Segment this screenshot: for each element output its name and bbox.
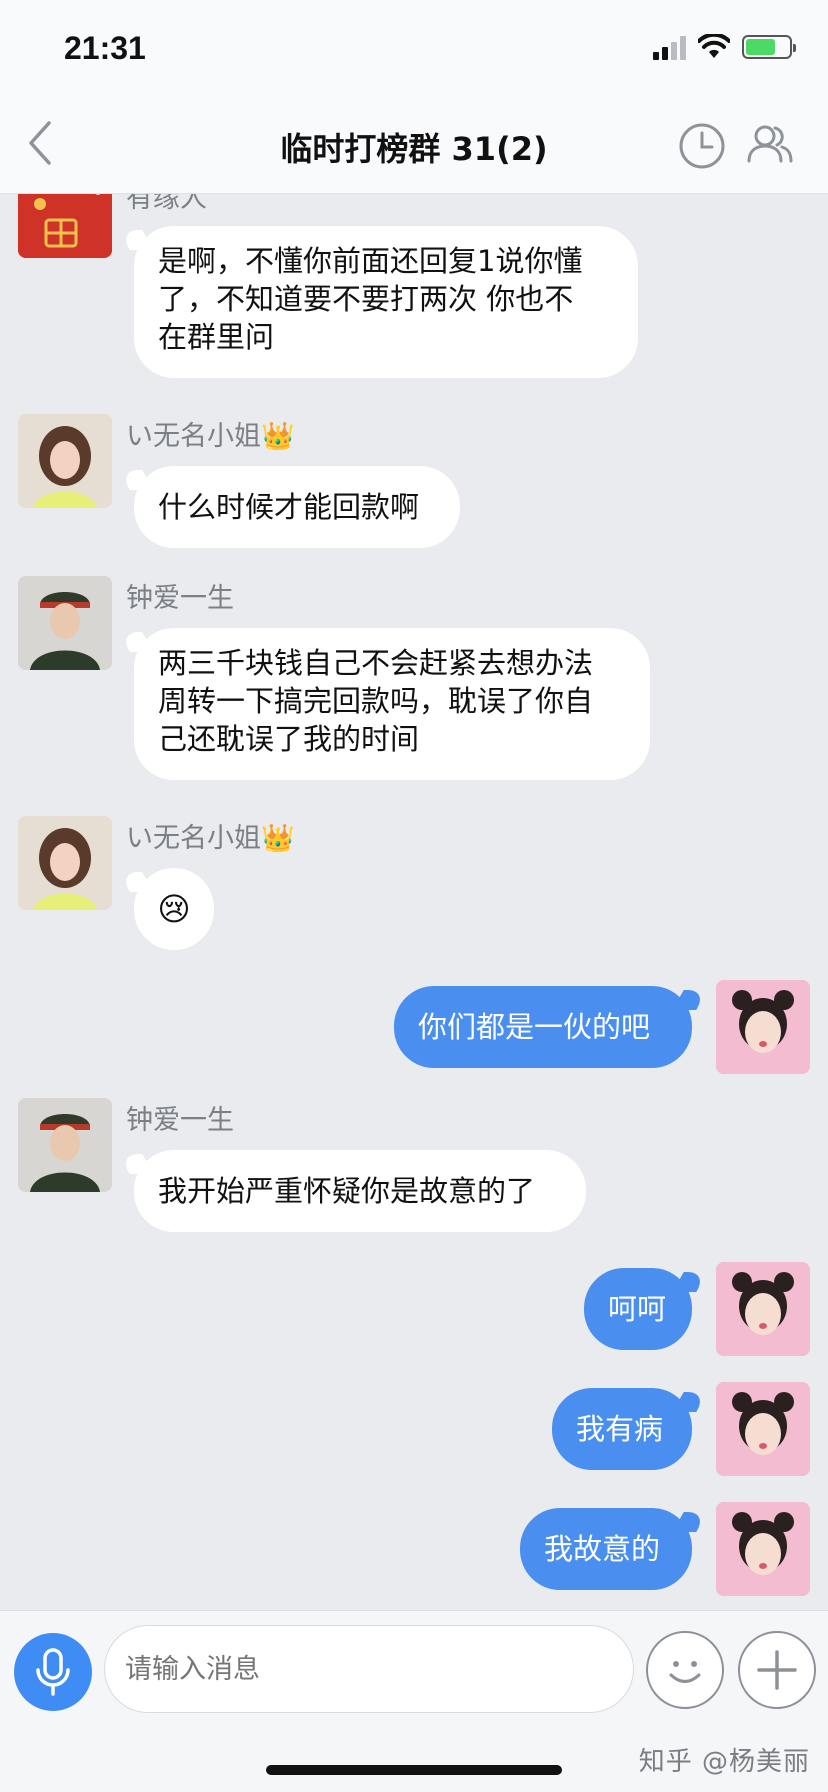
history-clock-icon[interactable]: [678, 122, 726, 174]
message-bubble-self[interactable]: 你们都是一伙的吧: [394, 986, 692, 1068]
crying-emoji: 😢: [157, 890, 191, 928]
signal-icon: [653, 34, 686, 60]
home-indicator: [266, 1765, 562, 1775]
avatar-officer[interactable]: [18, 1098, 112, 1192]
status-icons: [653, 34, 796, 60]
message-line: 己还耽误了我的时间: [158, 722, 420, 756]
message-line: 是啊，不懂你前面还回复1说你懂: [158, 244, 583, 278]
avatar-girl[interactable]: [18, 816, 112, 910]
message-line: 了，不知道要不要打两次 你也不: [158, 282, 574, 316]
status-time: 21:31: [64, 30, 146, 66]
message-bubble[interactable]: 什么时候才能回款啊: [134, 466, 460, 548]
message-bubble-self[interactable]: 我故意的: [520, 1508, 692, 1590]
message-text: 我有病: [576, 1412, 664, 1446]
message-text: 你们都是一伙的吧: [418, 1010, 651, 1044]
message-bubble[interactable]: 我开始严重怀疑你是故意的了: [134, 1150, 586, 1232]
message-line: 两三千块钱自己不会赶紧去想办法: [158, 646, 594, 680]
input-bar: 知乎 @杨美丽: [0, 1610, 828, 1792]
message-text: 我故意的: [544, 1532, 661, 1566]
message-text: 呵呵: [608, 1292, 667, 1326]
avatar-self[interactable]: [716, 1502, 810, 1596]
mic-icon[interactable]: [14, 1633, 92, 1711]
avatar-self[interactable]: [716, 1382, 810, 1476]
sender-name: 钟爱一生: [126, 583, 234, 614]
avatar-self[interactable]: [716, 980, 810, 1074]
emoji-icon[interactable]: [646, 1631, 724, 1709]
battery-icon: [742, 35, 796, 59]
message-bubble[interactable]: 两三千块钱自己不会赶紧去想办法 周转一下搞完回款吗，耽误了你自 己还耽误了我的时…: [134, 628, 650, 780]
message-bubble-self[interactable]: 呵呵: [584, 1268, 692, 1350]
sender-name: 有缘人: [126, 194, 207, 214]
crown-icon: 👑: [261, 421, 295, 452]
avatar-officer[interactable]: [18, 576, 112, 670]
watermark: 知乎 @杨美丽: [638, 1747, 810, 1777]
message-input[interactable]: [104, 1625, 634, 1713]
sender-name: い无名小姐👑: [126, 816, 295, 855]
message-bubble[interactable]: 😢: [134, 868, 214, 950]
sender-name-text: い无名小姐: [126, 421, 261, 452]
plus-icon[interactable]: [738, 1631, 816, 1709]
sender-name: い无名小姐👑: [126, 414, 295, 453]
group-members-icon[interactable]: [746, 124, 794, 168]
message-bubble-self[interactable]: 我有病: [552, 1388, 692, 1470]
avatar-girl[interactable]: [18, 414, 112, 508]
wifi-icon: [698, 34, 730, 58]
sender-name: 钟爱一生: [126, 1105, 234, 1136]
sender-name-text: い无名小姐: [126, 823, 261, 854]
top-bar: 21:31 临时打榜群 31(2): [0, 0, 828, 194]
crown-icon: 👑: [261, 823, 295, 854]
message-text: 我开始严重怀疑你是故意的了: [158, 1174, 536, 1208]
avatar-red-envelope[interactable]: [18, 194, 112, 258]
message-line: 周转一下搞完回款吗，耽误了你自: [158, 684, 594, 718]
chat-area[interactable]: 有缘人 是啊，不懂你前面还回复1说你懂 了，不知道要不要打两次 你也不 在群里问…: [0, 194, 828, 1610]
message-bubble[interactable]: 是啊，不懂你前面还回复1说你懂 了，不知道要不要打两次 你也不 在群里问: [134, 226, 638, 378]
message-text: 什么时候才能回款啊: [158, 490, 420, 524]
message-line: 在群里问: [158, 320, 275, 354]
avatar-self[interactable]: [716, 1262, 810, 1356]
